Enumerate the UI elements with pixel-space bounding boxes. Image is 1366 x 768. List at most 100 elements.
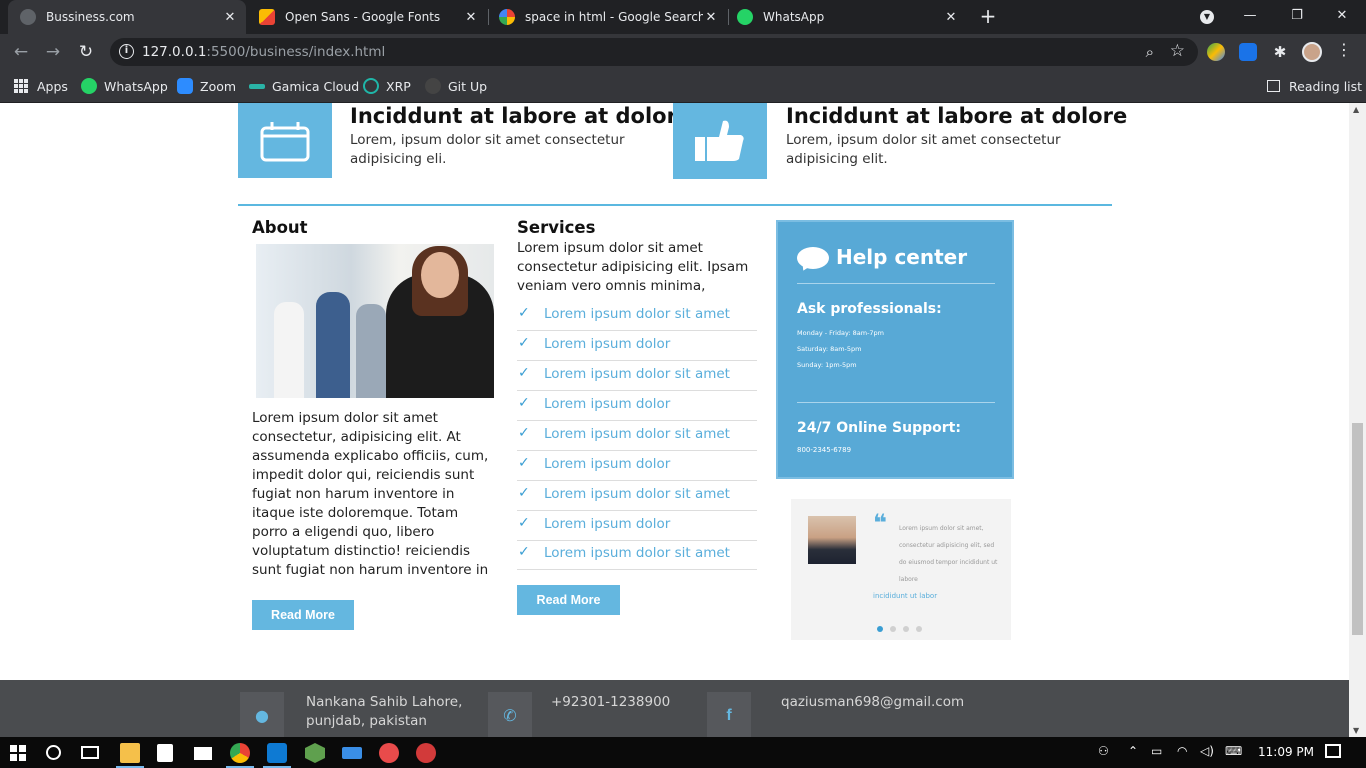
tab-strip: Bussiness.com ✕ Open Sans - Google Fonts… <box>0 0 1366 34</box>
about-text: Lorem ipsum dolor sit amet consectetur, … <box>252 410 489 578</box>
help-phone: 800-2345-6789 <box>797 446 852 454</box>
check-icon: ✓ <box>518 335 530 351</box>
close-icon[interactable]: ✕ <box>222 10 238 25</box>
restore-button[interactable]: ❐ <box>1285 4 1309 28</box>
about-read-more-button[interactable]: Read More <box>252 600 354 630</box>
puzzle-icon[interactable]: ✱ <box>1271 43 1289 61</box>
zoom-icon[interactable]: ⌕ <box>1146 43 1154 61</box>
reload-button[interactable]: ↻ <box>74 40 98 64</box>
service-item[interactable]: ✓ Lorem ipsum dolor <box>517 331 757 361</box>
reading-list-button[interactable]: Reading list <box>1267 76 1362 96</box>
taskbar-clock[interactable]: 11:09 PM <box>1258 745 1314 759</box>
tab-google-search[interactable]: space in html - Google Search ✕ <box>489 0 727 34</box>
new-tab-button[interactable]: + <box>977 6 999 28</box>
close-icon[interactable]: ✕ <box>943 10 959 25</box>
mail-icon[interactable] <box>194 747 212 760</box>
scroll-up-icon[interactable]: ▲ <box>1353 105 1359 114</box>
page-scrollbar[interactable]: ▲ ▼ <box>1349 103 1366 737</box>
minimize-button[interactable]: — <box>1238 4 1262 28</box>
service-item[interactable]: ✓ Lorem ipsum dolor sit amet <box>517 361 757 391</box>
feature-icon-box <box>673 103 767 179</box>
service-link[interactable]: Lorem ipsum dolor sit amet <box>544 486 730 502</box>
service-link[interactable]: Lorem ipsum dolor sit amet <box>544 306 730 322</box>
close-icon[interactable]: ✕ <box>463 10 479 25</box>
service-link[interactable]: Lorem ipsum dolor <box>544 516 670 532</box>
address-bar[interactable]: i 127.0.0.1:5500/business/index.html ⌕ ☆ <box>110 38 1198 66</box>
services-read-more-button[interactable]: Read More <box>517 585 620 615</box>
vscode-icon[interactable] <box>267 743 287 763</box>
bookmark-star-icon[interactable]: ☆ <box>1170 41 1185 61</box>
carousel-dot[interactable] <box>890 626 896 632</box>
wifi-icon[interactable]: ◠ <box>1177 744 1187 758</box>
people-icon[interactable]: ⚇ <box>1098 744 1109 758</box>
app-icon[interactable] <box>379 743 399 763</box>
windows-start-icon[interactable] <box>10 745 26 761</box>
keyboard-app-icon[interactable] <box>342 747 362 759</box>
gamica-icon <box>249 83 265 89</box>
carousel-dot[interactable] <box>903 626 909 632</box>
store-icon[interactable] <box>157 744 173 762</box>
scroll-down-icon[interactable]: ▼ <box>1353 726 1359 735</box>
tab-title: Bussiness.com <box>46 10 135 24</box>
feature-title: Inciddunt at labore at dolore <box>786 104 1128 128</box>
scrollbar-thumb[interactable] <box>1352 423 1363 635</box>
service-link[interactable]: Lorem ipsum dolor <box>544 396 670 412</box>
bookmarks-bar: Apps WhatsApp Zoom Gamica Cloud XRP Git … <box>0 70 1366 103</box>
bookmark-label: XRP <box>386 78 411 94</box>
notification-icon[interactable] <box>1325 744 1341 758</box>
nodejs-icon[interactable] <box>305 743 325 763</box>
bookmark-xrp[interactable]: XRP <box>363 76 411 96</box>
chevron-up-icon[interactable]: ⌃ <box>1128 744 1138 758</box>
back-button[interactable]: ← <box>9 40 33 64</box>
bookmark-gamica[interactable]: Gamica Cloud <box>249 76 359 96</box>
services-text: Lorem ipsum dolor sit amet consectetur a… <box>517 240 749 294</box>
file-explorer-icon[interactable] <box>120 743 140 763</box>
service-item[interactable]: ✓ Lorem ipsum dolor <box>517 451 757 481</box>
bookmark-label: Git Up <box>448 78 488 94</box>
service-item[interactable]: ✓ Lorem ipsum dolor sit amet <box>517 421 757 451</box>
service-item[interactable]: ✓ Lorem ipsum dolor sit amet <box>517 540 757 570</box>
tab-google-fonts[interactable]: Open Sans - Google Fonts ✕ <box>249 0 487 34</box>
screen-recorder-icon[interactable] <box>416 743 436 763</box>
volume-icon[interactable]: ◁) <box>1200 744 1214 758</box>
facebook-icon[interactable]: f <box>707 692 751 737</box>
service-link[interactable]: Lorem ipsum dolor sit amet <box>544 426 730 442</box>
bookmark-gitup[interactable]: Git Up <box>425 76 487 96</box>
chrome-icon[interactable] <box>230 743 250 763</box>
tab-whatsapp[interactable]: WhatsApp ✕ <box>729 0 967 34</box>
close-icon[interactable]: ✕ <box>703 10 719 25</box>
footer-email[interactable]: qaziusman698@gmail.com <box>781 693 964 712</box>
bookmark-zoom[interactable]: Zoom <box>177 76 236 96</box>
extension-icon[interactable] <box>1207 43 1225 61</box>
service-item[interactable]: ✓ Lorem ipsum dolor <box>517 391 757 421</box>
github-icon <box>425 78 441 94</box>
globe-icon <box>20 9 36 25</box>
service-item[interactable]: ✓ Lorem ipsum dolor sit amet <box>517 301 757 331</box>
tab-business[interactable]: Bussiness.com ✕ <box>8 0 246 34</box>
extension-icon[interactable] <box>1239 43 1257 61</box>
service-link[interactable]: Lorem ipsum dolor sit amet <box>544 545 730 561</box>
search-icon[interactable] <box>46 745 61 760</box>
phone-icon: ✆ <box>488 692 532 737</box>
menu-icon[interactable]: ⋮ <box>1336 40 1352 59</box>
bookmark-whatsapp[interactable]: WhatsApp <box>81 76 168 96</box>
service-link[interactable]: Lorem ipsum dolor <box>544 336 670 352</box>
close-window-button[interactable]: ✕ <box>1330 4 1354 28</box>
service-item[interactable]: ✓ Lorem ipsum dolor <box>517 511 757 541</box>
bookmark-apps[interactable]: Apps <box>14 76 68 96</box>
service-link[interactable]: Lorem ipsum dolor sit amet <box>544 366 730 382</box>
avatar[interactable] <box>1302 42 1322 62</box>
services-title: Services <box>517 218 596 237</box>
url-text[interactable]: 127.0.0.1:5500/business/index.html <box>142 44 385 60</box>
info-icon[interactable]: i <box>119 44 134 59</box>
service-link[interactable]: Lorem ipsum dolor <box>544 456 670 472</box>
task-view-icon[interactable] <box>81 746 99 759</box>
tab-search-button[interactable]: ▼ <box>1195 4 1219 28</box>
carousel-dot[interactable] <box>916 626 922 632</box>
service-item[interactable]: ✓ Lorem ipsum dolor sit amet <box>517 481 757 511</box>
keyboard-icon[interactable]: ⌨ <box>1225 744 1242 758</box>
forward-button[interactable]: → <box>41 40 65 64</box>
testimonial-author[interactable]: incididunt ut labor <box>873 592 937 600</box>
battery-icon[interactable]: ▭ <box>1151 744 1162 758</box>
carousel-dot[interactable] <box>877 626 883 632</box>
